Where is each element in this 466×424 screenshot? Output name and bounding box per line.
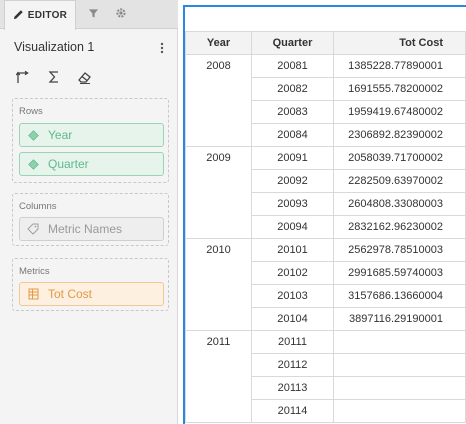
- visualization-container[interactable]: Year Quarter Tot Cost 2008 20081 1385228…: [183, 5, 466, 424]
- quarter-cell: 20113: [251, 376, 334, 400]
- quarter-cell: 20114: [251, 399, 334, 423]
- tot-cost-cell: [333, 399, 466, 423]
- quarter-cell: 20103: [251, 284, 334, 308]
- tab-filter[interactable]: [80, 0, 106, 29]
- grid-header-row: Year Quarter Tot Cost: [185, 31, 466, 55]
- panel-tab-bar: EDITOR: [0, 0, 178, 30]
- year-cell: 2011: [185, 330, 252, 423]
- data-grid: Year Quarter Tot Cost 2008 20081 1385228…: [185, 31, 466, 423]
- table-row: 2011 20111: [185, 330, 466, 423]
- tot-cost-cell: [333, 353, 466, 377]
- rows-pill-label: Quarter: [48, 157, 89, 171]
- quarter-cell: 20084: [251, 123, 334, 147]
- quarter-cell: 20104: [251, 307, 334, 331]
- tot-cost-cell: 2832162.96230002: [333, 215, 466, 239]
- column-header-year[interactable]: Year: [185, 31, 252, 55]
- metric-table-icon: [27, 288, 39, 300]
- app-root: EDITOR Visualization 1 Rows Year Quarter…: [0, 0, 466, 424]
- year-cell: 2008: [185, 54, 252, 147]
- tot-cost-cell: 2306892.82390002: [333, 123, 466, 147]
- tot-cost-cell: [333, 330, 466, 354]
- year-cell: 2009: [185, 146, 252, 239]
- columns-well-title: Columns: [19, 201, 57, 212]
- column-header-tot-cost[interactable]: Tot Cost: [333, 31, 466, 55]
- filter-icon: [88, 6, 99, 24]
- attribute-diamond-icon: [27, 158, 39, 170]
- columns-drop-zone[interactable]: Columns Metric Names: [12, 193, 169, 246]
- more-vertical-icon[interactable]: [156, 40, 168, 56]
- pencil-icon: [13, 7, 24, 25]
- metrics-pill-tot-cost[interactable]: Tot Cost: [19, 282, 164, 306]
- visualization-title[interactable]: Visualization 1: [14, 40, 94, 54]
- columns-pill-metric-names[interactable]: Metric Names: [19, 217, 164, 241]
- tab-editor-label: EDITOR: [27, 10, 68, 21]
- tot-cost-cell: 2058039.71700002: [333, 146, 466, 170]
- metrics-well-title: Metrics: [19, 266, 50, 277]
- sigma-icon[interactable]: [45, 68, 63, 86]
- table-row: 2008 20081 1385228.77890001: [185, 54, 466, 147]
- quarter-cell: 20091: [251, 146, 334, 170]
- rows-pill-quarter[interactable]: Quarter: [19, 152, 164, 176]
- quarter-cell: 20081: [251, 54, 334, 78]
- tot-cost-cell: 2991685.59740003: [333, 261, 466, 285]
- tot-cost-cell: 1959419.67480002: [333, 100, 466, 124]
- tot-cost-cell: 1385228.77890001: [333, 54, 466, 78]
- columns-pill-label: Metric Names: [48, 222, 123, 236]
- table-row: 2010 20101 2562978.78510003: [185, 238, 466, 331]
- tot-cost-cell: 1691555.78200002: [333, 77, 466, 101]
- quarter-cell: 20094: [251, 215, 334, 239]
- tot-cost-cell: 2282509.63970002: [333, 169, 466, 193]
- rows-pill-year[interactable]: Year: [19, 123, 164, 147]
- table-row: 2009 20091 2058039.71700002: [185, 146, 466, 239]
- attribute-diamond-icon: [27, 129, 39, 141]
- editor-toolbar: [14, 68, 94, 86]
- tot-cost-cell: 3897116.29190001: [333, 307, 466, 331]
- year-cell: 2010: [185, 238, 252, 331]
- eraser-icon[interactable]: [76, 68, 94, 86]
- quarter-cell: 20082: [251, 77, 334, 101]
- metric-names-tag-icon: [27, 223, 39, 235]
- rows-pill-label: Year: [48, 128, 73, 142]
- tot-cost-cell: 2604808.33080003: [333, 192, 466, 216]
- quarter-cell: 20111: [251, 330, 334, 354]
- metrics-drop-zone[interactable]: Metrics Tot Cost: [12, 258, 169, 311]
- tot-cost-cell: 3157686.13660004: [333, 284, 466, 308]
- quarter-cell: 20112: [251, 353, 334, 377]
- quarter-cell: 20102: [251, 261, 334, 285]
- rows-well-title: Rows: [19, 106, 43, 117]
- tot-cost-cell: [333, 376, 466, 400]
- quarter-cell: 20101: [251, 238, 334, 262]
- metrics-pill-label: Tot Cost: [48, 287, 93, 301]
- gear-icon: [115, 6, 127, 24]
- tab-editor[interactable]: EDITOR: [4, 0, 76, 30]
- quarter-cell: 20092: [251, 169, 334, 193]
- editor-panel: EDITOR Visualization 1 Rows Year Quarter…: [0, 0, 178, 424]
- tot-cost-cell: 2562978.78510003: [333, 238, 466, 262]
- quarter-cell: 20083: [251, 100, 334, 124]
- tab-format[interactable]: [108, 0, 134, 29]
- swap-axes-icon[interactable]: [14, 68, 32, 86]
- rows-drop-zone[interactable]: Rows Year Quarter: [12, 98, 169, 183]
- quarter-cell: 20093: [251, 192, 334, 216]
- column-header-quarter[interactable]: Quarter: [251, 31, 334, 55]
